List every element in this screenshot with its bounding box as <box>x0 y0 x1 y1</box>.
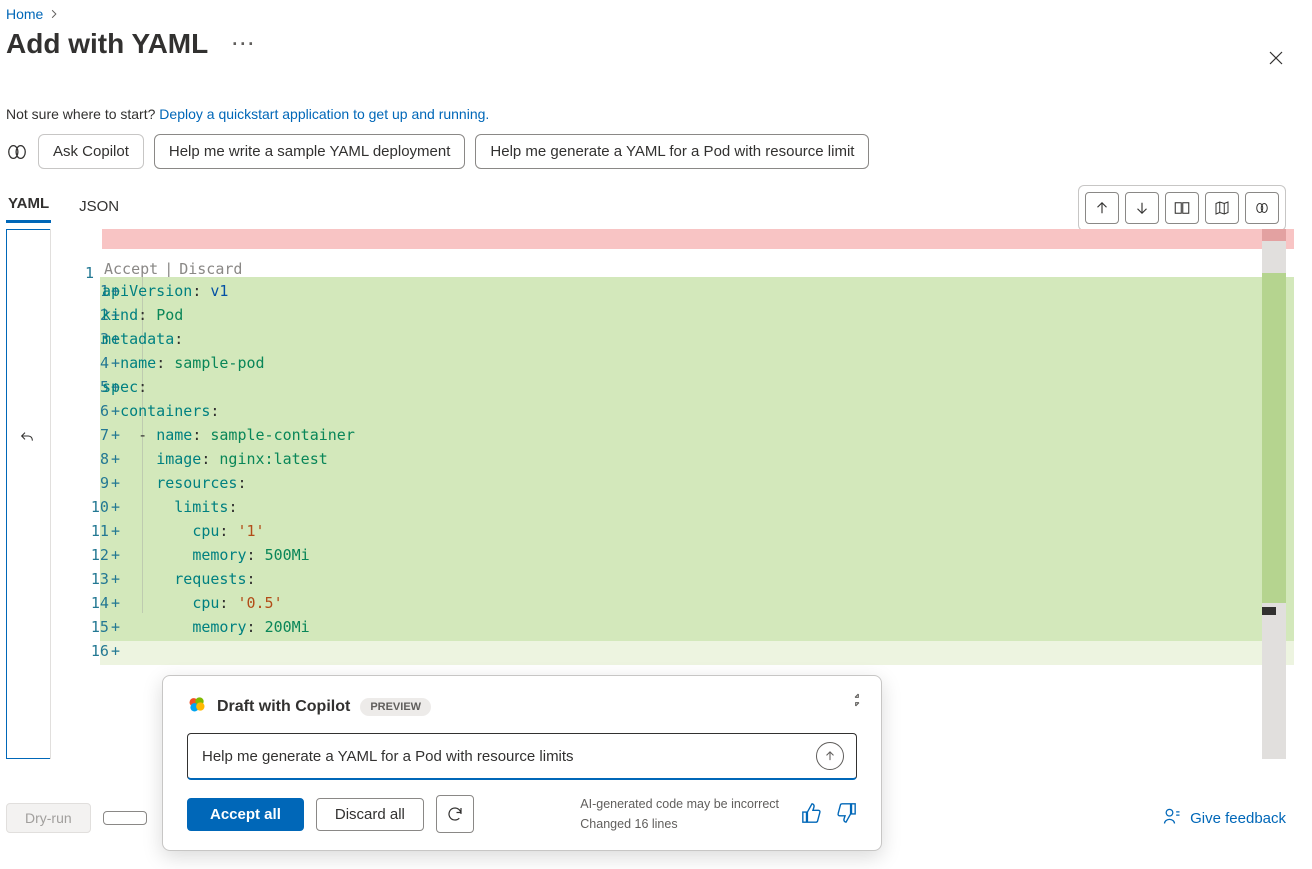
copilot-icon <box>6 141 28 163</box>
secondary-button[interactable] <box>103 811 147 825</box>
suggestion-2-button[interactable]: Help me generate a YAML for a Pod with r… <box>475 134 869 169</box>
copilot-prompt-input[interactable] <box>200 747 816 766</box>
send-button[interactable] <box>816 742 844 770</box>
tab-json[interactable]: JSON <box>77 198 121 223</box>
feedback-label: Give feedback <box>1190 810 1286 827</box>
split-view-button[interactable] <box>1165 192 1199 224</box>
copilot-panel: Draft with Copilot PREVIEW Accept all Di… <box>162 675 882 851</box>
upload-button[interactable] <box>1085 192 1119 224</box>
code-row: metadata: <box>102 327 355 351</box>
code-row: limits: <box>102 495 355 519</box>
editor-toolbar <box>1078 185 1286 231</box>
subtitle: Not sure where to start? Deploy a quicks… <box>6 106 1286 122</box>
code-row: image: nginx:latest <box>102 447 355 471</box>
ai-warning: AI-generated code may be incorrect <box>580 794 779 814</box>
thumbs-down-icon[interactable] <box>835 802 857 827</box>
chevron-right-icon <box>49 6 59 22</box>
minimap[interactable] <box>1262 229 1286 759</box>
undo-icon[interactable] <box>19 430 35 449</box>
page-title: Add with YAML <box>6 28 208 60</box>
code-row: cpu: '1' <box>102 519 355 543</box>
minimap-removed <box>1262 229 1286 241</box>
code-row: containers: <box>102 399 355 423</box>
code-lines: apiVersion: v1kind: Podmetadata: name: s… <box>102 279 355 663</box>
changed-lines: Changed 16 lines <box>580 814 779 834</box>
tab-yaml[interactable]: YAML <box>6 195 51 223</box>
minimap-cursor <box>1262 607 1276 615</box>
copilot-panel-title: Draft with Copilot <box>217 698 350 716</box>
code-row: kind: Pod <box>102 303 355 327</box>
code-row: memory: 200Mi <box>102 615 355 639</box>
accept-all-button[interactable]: Accept all <box>187 798 304 831</box>
close-icon[interactable] <box>1268 50 1284 69</box>
code-row: spec: <box>102 375 355 399</box>
diff-removed-band <box>102 229 1294 249</box>
regenerate-button[interactable] <box>436 795 474 833</box>
breadcrumb-home[interactable]: Home <box>6 6 43 22</box>
download-button[interactable] <box>1125 192 1159 224</box>
copilot-meta: AI-generated code may be incorrect Chang… <box>580 794 789 834</box>
map-view-button[interactable] <box>1205 192 1239 224</box>
preview-badge: PREVIEW <box>360 698 431 716</box>
code-row: requests: <box>102 567 355 591</box>
inline-discard-button[interactable]: Discard <box>179 260 242 278</box>
collapse-icon[interactable] <box>849 692 865 711</box>
copilot-logo-icon <box>187 694 207 719</box>
code-row <box>102 639 355 663</box>
give-feedback-link[interactable]: Give feedback <box>1162 806 1286 830</box>
discard-all-button[interactable]: Discard all <box>316 798 424 831</box>
quickstart-link[interactable]: Deploy a quickstart application to get u… <box>159 106 489 122</box>
thumbs-up-icon[interactable] <box>801 802 823 827</box>
minimap-added <box>1262 273 1286 603</box>
inline-accept-button[interactable]: Accept <box>104 260 158 278</box>
code-row: resources: <box>102 471 355 495</box>
suggestion-1-button[interactable]: Help me write a sample YAML deployment <box>154 134 466 169</box>
copilot-toggle-button[interactable] <box>1245 192 1279 224</box>
fold-gutter <box>6 229 50 759</box>
subtitle-lead: Not sure where to start? <box>6 106 159 122</box>
code-row: cpu: '0.5' <box>102 591 355 615</box>
ask-copilot-button[interactable]: Ask Copilot <box>38 134 144 169</box>
more-icon[interactable]: ··· <box>232 34 256 55</box>
breadcrumb: Home <box>6 6 1286 22</box>
dry-run-button[interactable]: Dry-run <box>6 803 91 833</box>
code-row: apiVersion: v1 <box>102 279 355 303</box>
feedback-icon <box>1162 806 1182 830</box>
code-row: memory: 500Mi <box>102 543 355 567</box>
code-row: - name: sample-container <box>102 423 355 447</box>
code-row: name: sample-pod <box>102 351 355 375</box>
